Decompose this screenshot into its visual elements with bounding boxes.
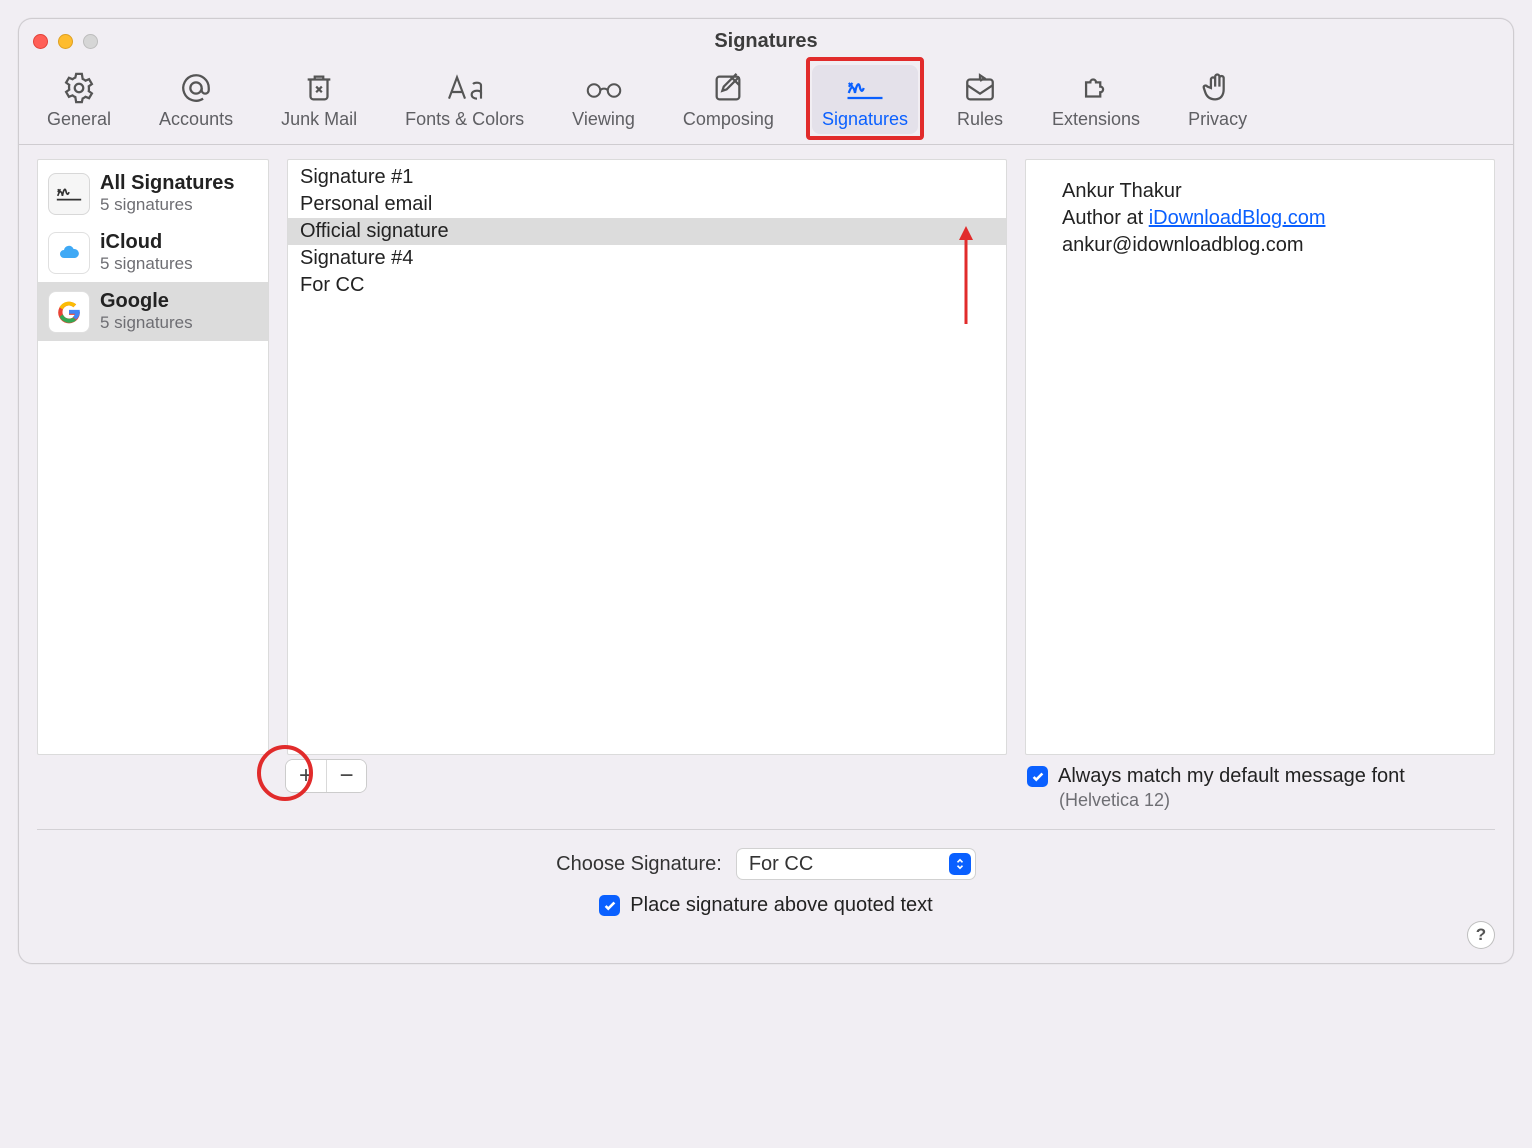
- account-title: All Signatures: [100, 172, 234, 195]
- tab-rules[interactable]: Rules: [946, 65, 1014, 134]
- account-subtitle: 5 signatures: [100, 254, 193, 274]
- compose-icon: [708, 71, 748, 105]
- preview-name: Ankur Thakur: [1062, 178, 1458, 205]
- checkbox-checked-icon: [1027, 766, 1048, 787]
- account-title: iCloud: [100, 231, 193, 254]
- signature-item[interactable]: For CC: [288, 272, 1006, 299]
- trash-x-icon: [299, 71, 339, 105]
- tab-composing[interactable]: Composing: [673, 65, 784, 134]
- signature-list-panel: Signature #1 Personal email Official sig…: [287, 159, 1007, 755]
- signature-item[interactable]: Signature #4: [288, 245, 1006, 272]
- google-icon: [48, 291, 90, 333]
- divider: [37, 829, 1495, 830]
- match-font-checkbox[interactable]: Always match my default message font: [1027, 765, 1495, 788]
- account-title: Google: [100, 290, 193, 313]
- accounts-panel: All Signatures 5 signatures iCloud 5 sig…: [37, 159, 269, 755]
- add-signature-button[interactable]: +: [286, 760, 326, 792]
- place-above-row: Place signature above quoted text: [19, 894, 1513, 917]
- select-caret-icon: [949, 853, 971, 875]
- tab-accounts[interactable]: Accounts: [149, 65, 243, 134]
- signature-item[interactable]: Personal email: [288, 191, 1006, 218]
- tab-viewing[interactable]: Viewing: [562, 65, 645, 134]
- signature-icon: [48, 173, 90, 215]
- font-option-block: Always match my default message font (He…: [1025, 759, 1495, 811]
- signature-preview[interactable]: Ankur Thakur Author at iDownloadBlog.com…: [1025, 159, 1495, 755]
- tab-signatures[interactable]: Signatures: [812, 65, 918, 134]
- rules-icon: [960, 71, 1000, 105]
- tab-junk-mail[interactable]: Junk Mail: [271, 65, 367, 134]
- account-row-icloud[interactable]: iCloud 5 signatures: [38, 223, 268, 282]
- account-row-all[interactable]: All Signatures 5 signatures: [38, 164, 268, 223]
- below-panels-row: + − Always match my default message font…: [19, 755, 1513, 811]
- checkbox-checked-icon: [599, 895, 620, 916]
- preferences-toolbar: General Accounts Junk Mail Fonts & Color…: [19, 63, 1513, 145]
- remove-signature-button[interactable]: −: [326, 760, 366, 792]
- tab-fonts-colors[interactable]: Fonts & Colors: [395, 65, 534, 134]
- signature-item[interactable]: Signature #1: [288, 164, 1006, 191]
- choose-signature-row: Choose Signature: For CC: [19, 848, 1513, 880]
- glasses-icon: [584, 71, 624, 105]
- add-remove-signature: + −: [285, 759, 367, 793]
- titlebar: Signatures: [19, 19, 1513, 63]
- font-note: (Helvetica 12): [1059, 790, 1495, 811]
- hand-icon: [1198, 71, 1238, 105]
- tab-general[interactable]: General: [37, 65, 121, 134]
- help-button[interactable]: ?: [1467, 921, 1495, 949]
- signature-item[interactable]: Official signature: [288, 218, 1006, 245]
- tab-extensions[interactable]: Extensions: [1042, 65, 1150, 134]
- preview-email: ankur@idownloadblog.com: [1062, 232, 1458, 259]
- select-value: For CC: [749, 853, 813, 876]
- at-icon: [176, 71, 216, 105]
- icloud-icon: [48, 232, 90, 274]
- account-subtitle: 5 signatures: [100, 195, 234, 215]
- gear-icon: [59, 71, 99, 105]
- preview-link[interactable]: iDownloadBlog.com: [1149, 207, 1326, 229]
- content-area: All Signatures 5 signatures iCloud 5 sig…: [19, 145, 1513, 755]
- signature-icon: [845, 71, 885, 105]
- choose-signature-label: Choose Signature:: [556, 853, 722, 876]
- puzzle-icon: [1076, 71, 1116, 105]
- preview-role: Author at iDownloadBlog.com: [1062, 205, 1458, 232]
- typography-icon: [445, 71, 485, 105]
- window-title: Signatures: [19, 30, 1513, 53]
- choose-signature-select[interactable]: For CC: [736, 848, 976, 880]
- place-above-checkbox[interactable]: Place signature above quoted text: [599, 894, 932, 917]
- preferences-window: Signatures General Accounts Junk Mail Fo…: [18, 18, 1514, 964]
- account-row-google[interactable]: Google 5 signatures: [38, 282, 268, 341]
- tab-privacy[interactable]: Privacy: [1178, 65, 1257, 134]
- account-subtitle: 5 signatures: [100, 313, 193, 333]
